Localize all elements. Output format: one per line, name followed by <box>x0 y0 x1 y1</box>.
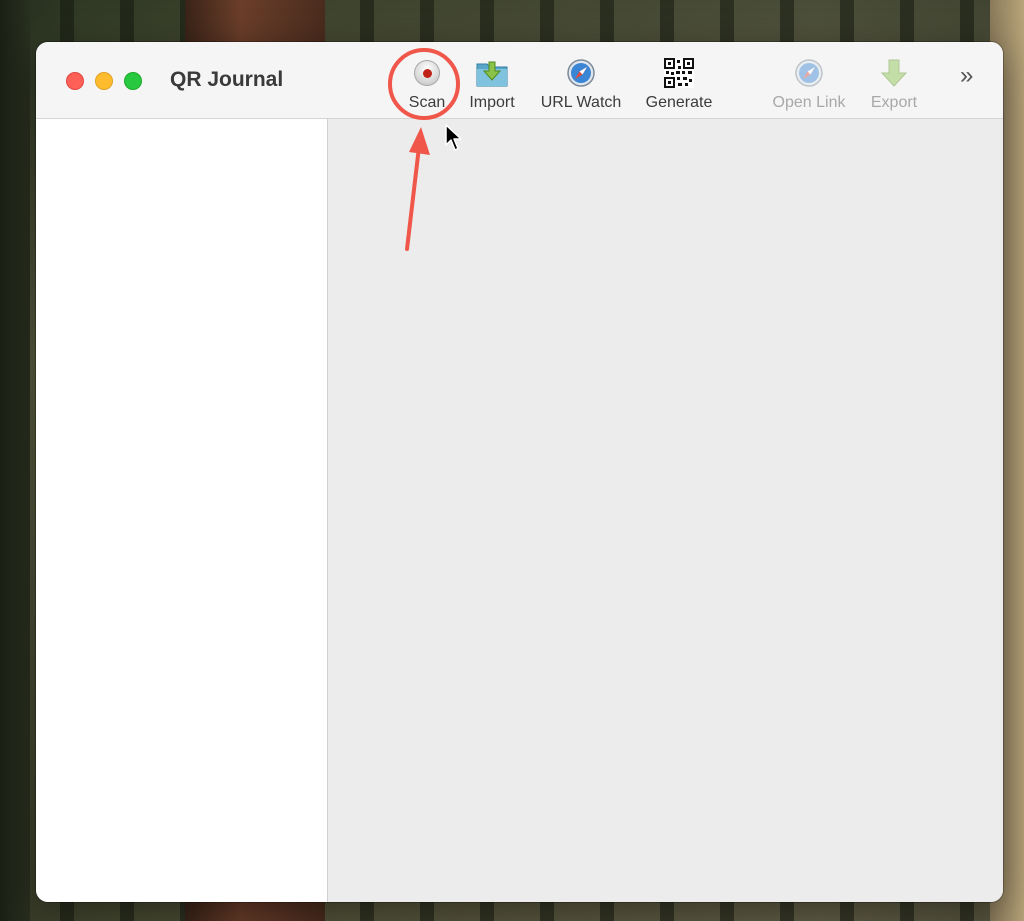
scan-button[interactable]: Scan <box>404 56 450 116</box>
window-title: QR Journal <box>170 68 284 91</box>
close-window-button[interactable] <box>66 72 84 90</box>
url-watch-button[interactable]: URL Watch <box>536 56 626 116</box>
compass-icon <box>792 56 826 90</box>
open-link-label: Open Link <box>772 94 846 111</box>
import-button[interactable]: Import <box>464 56 520 116</box>
generate-button[interactable]: Generate <box>641 56 717 116</box>
app-window: QR Journal Scan Import URL Watch Generat… <box>36 42 1003 902</box>
export-arrow-icon <box>877 56 911 90</box>
window-toolbar: QR Journal Scan Import URL Watch Generat… <box>36 42 1003 119</box>
toolbar-overflow-button[interactable]: » <box>960 62 973 90</box>
scan-record-icon <box>410 56 444 90</box>
wallpaper-tree-trunk <box>0 0 30 921</box>
maximize-window-button[interactable] <box>124 72 142 90</box>
minimize-window-button[interactable] <box>95 72 113 90</box>
qr-code-icon <box>662 56 696 90</box>
import-folder-icon <box>475 56 509 90</box>
open-link-button[interactable]: Open Link <box>769 56 849 116</box>
compass-icon <box>564 56 598 90</box>
sidebar[interactable] <box>36 119 328 902</box>
export-label: Export <box>870 94 918 111</box>
import-label: Import <box>469 94 515 111</box>
export-button[interactable]: Export <box>866 56 922 116</box>
generate-label: Generate <box>645 94 713 111</box>
url-watch-label: URL Watch <box>540 94 622 111</box>
scan-label: Scan <box>408 94 446 111</box>
main-content-area[interactable] <box>328 119 1003 902</box>
